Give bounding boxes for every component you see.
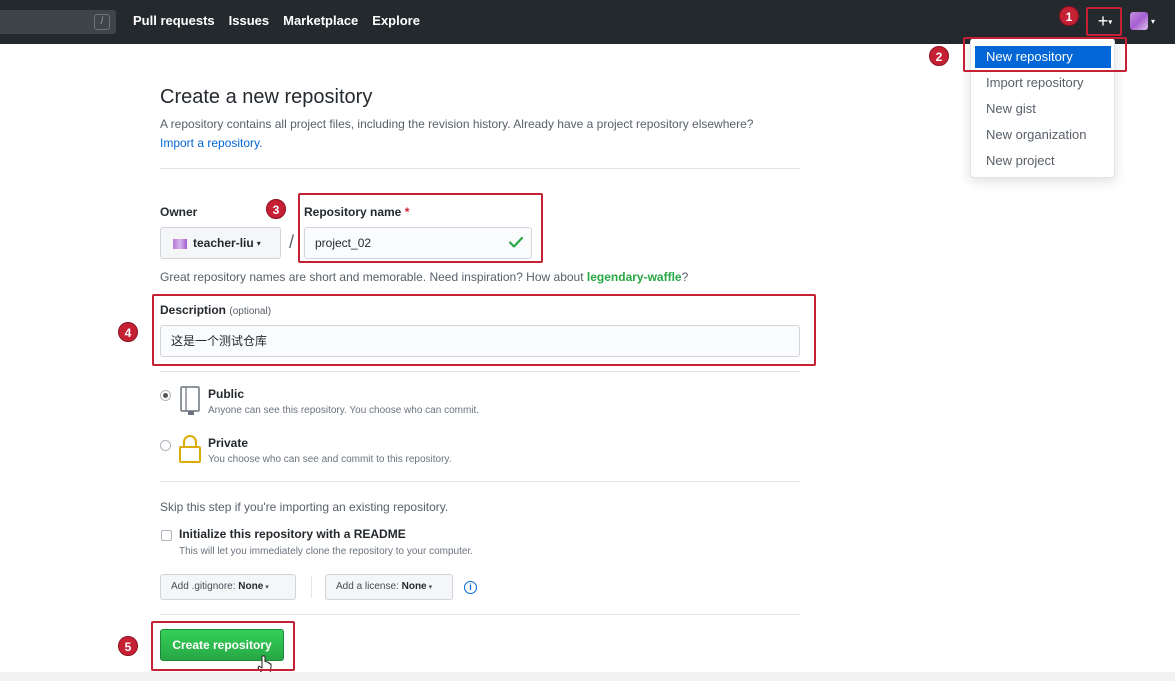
annotation-badge-3: 3	[266, 199, 286, 219]
select-separator	[311, 576, 312, 598]
gitignore-value: None	[238, 581, 264, 592]
divider	[160, 481, 800, 482]
annotation-box-3	[298, 193, 543, 263]
hint-text: Great repository names are short and mem…	[160, 270, 587, 284]
public-radio[interactable]	[160, 390, 171, 401]
owner-value: teacher-liu	[193, 236, 254, 250]
private-radio[interactable]	[160, 440, 171, 451]
hint-suffix: ?	[681, 270, 689, 284]
skip-step-text: Skip this step if you're importing an ex…	[160, 500, 449, 514]
gitignore-prefix: Add .gitignore:	[171, 581, 236, 592]
gitignore-select[interactable]: Add .gitignore: None ▾	[160, 574, 296, 600]
annotation-box-5	[151, 621, 295, 671]
annotation-box-1	[1086, 7, 1122, 36]
lock-icon	[179, 435, 201, 463]
public-description: Anyone can see this repository. You choo…	[208, 405, 480, 416]
avatar	[1130, 12, 1148, 30]
readme-description: This will let you immediately clone the …	[179, 546, 474, 557]
private-title: Private	[208, 436, 249, 450]
annotation-box-4	[152, 294, 816, 366]
readme-checkbox[interactable]	[161, 530, 172, 541]
menu-item-new-project[interactable]: New project	[971, 150, 1114, 172]
user-menu-button[interactable]: ▾	[1130, 12, 1170, 32]
chevron-down-icon: ▾	[265, 584, 269, 591]
menu-item-import-repository[interactable]: Import repository	[971, 72, 1114, 94]
nav-pull-requests[interactable]: Pull requests	[133, 13, 215, 28]
search-shortcut-hint: /	[94, 14, 110, 30]
menu-item-new-organization[interactable]: New organization	[971, 124, 1114, 146]
annotation-badge-4: 4	[118, 322, 138, 342]
page-title: Create a new repository	[160, 86, 373, 108]
divider	[160, 614, 800, 615]
owner-avatar	[173, 238, 187, 249]
readme-label[interactable]: Initialize this repository with a README	[179, 527, 406, 541]
annotation-badge-5: 5	[118, 636, 138, 656]
public-title: Public	[208, 387, 245, 401]
repository-name-hint: Great repository names are short and mem…	[160, 270, 688, 284]
nav-issues[interactable]: Issues	[229, 13, 269, 28]
search-input[interactable]: /	[0, 10, 116, 34]
nav-marketplace[interactable]: Marketplace	[283, 13, 358, 28]
main-nav: Pull requests Issues Marketplace Explore	[133, 13, 420, 28]
chevron-down-icon: ▾	[1151, 16, 1156, 26]
info-icon[interactable]: i	[464, 581, 477, 594]
page-subtitle: A repository contains all project files,…	[160, 117, 754, 131]
divider	[160, 168, 800, 169]
owner-label: Owner	[160, 205, 198, 219]
chevron-down-icon: ▾	[428, 584, 433, 591]
owner-select[interactable]: teacher-liu ▾	[160, 227, 281, 259]
private-description: You choose who can see and commit to thi…	[208, 454, 452, 465]
annotation-box-2	[963, 37, 1127, 72]
page-footer-strip	[0, 672, 1175, 681]
license-select[interactable]: Add a license: None ▾	[325, 574, 453, 600]
import-repository-link[interactable]: Import a repository.	[160, 136, 262, 150]
divider	[160, 371, 800, 372]
owner-repo-separator: /	[289, 232, 295, 252]
chevron-down-icon: ▾	[256, 238, 261, 248]
annotation-badge-2: 2	[929, 46, 949, 66]
license-prefix: Add a license:	[336, 581, 399, 592]
nav-explore[interactable]: Explore	[372, 13, 420, 28]
annotation-badge-1: 1	[1059, 6, 1079, 26]
menu-item-new-gist[interactable]: New gist	[971, 98, 1114, 120]
license-value: None	[401, 581, 427, 592]
name-suggestion-link[interactable]: legendary-waffle	[587, 270, 682, 284]
repo-book-icon	[180, 386, 200, 415]
